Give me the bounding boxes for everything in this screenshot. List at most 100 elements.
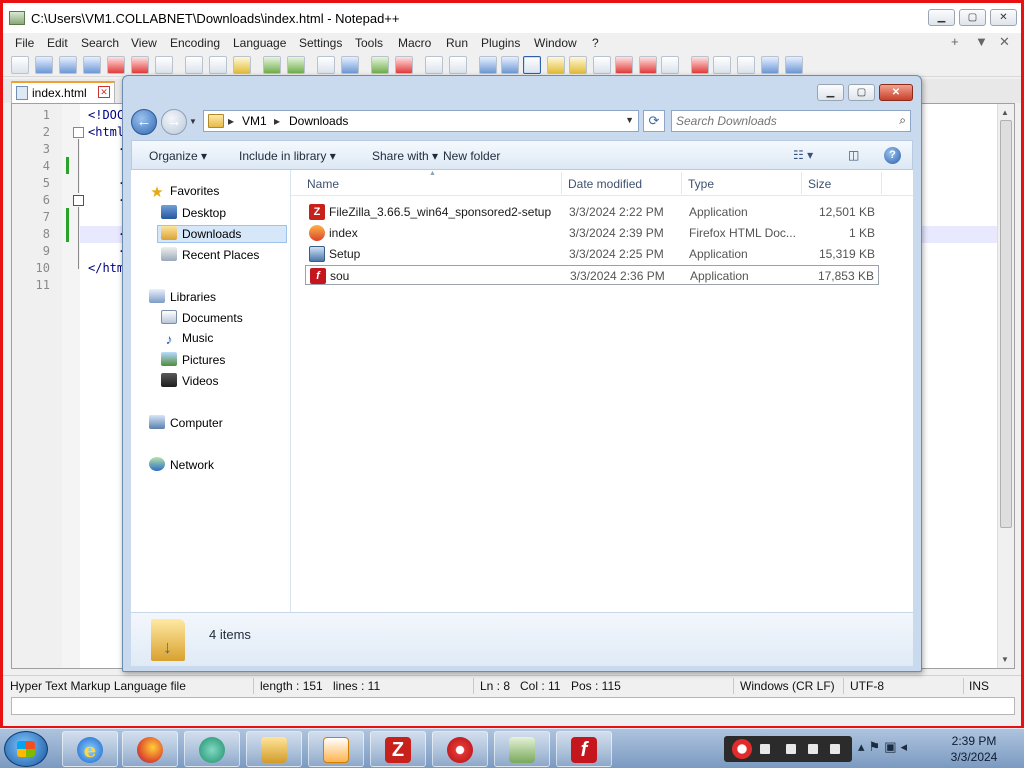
- forward-button[interactable]: →: [161, 109, 187, 135]
- action-center-flag-icon[interactable]: ⚑: [869, 739, 885, 754]
- word-wrap-icon[interactable]: [479, 56, 497, 74]
- breadcrumb-separator-icon[interactable]: ▸: [228, 114, 234, 128]
- save-all-icon[interactable]: [83, 56, 101, 74]
- taskbar-filezilla[interactable]: Z: [370, 731, 426, 767]
- taskbar-photos[interactable]: [184, 731, 240, 767]
- nav-favorites[interactable]: ★ Favorites: [149, 184, 219, 202]
- file-row[interactable]: Setup 3/3/2024 2:25 PM Application 15,31…: [305, 244, 879, 264]
- show-all-chars-icon[interactable]: [501, 56, 519, 74]
- nav-downloads[interactable]: Downloads: [157, 225, 287, 243]
- replace-icon[interactable]: [341, 56, 359, 74]
- print-icon[interactable]: [155, 56, 173, 74]
- column-type[interactable]: Type: [688, 177, 714, 191]
- window-icon[interactable]: [830, 744, 840, 754]
- recent-pages-chevron-down-icon[interactable]: ▼: [189, 117, 197, 126]
- close-tab-icon[interactable]: ✕: [999, 34, 1010, 50]
- search-input[interactable]: [676, 113, 886, 129]
- monitoring-icon[interactable]: [639, 56, 657, 74]
- play-macro-icon[interactable]: [737, 56, 755, 74]
- maximize-button[interactable]: ▢: [959, 9, 986, 26]
- save-macro-icon[interactable]: [785, 56, 803, 74]
- status-eol[interactable]: Windows (CR LF): [740, 679, 835, 693]
- menu-encoding[interactable]: Encoding: [170, 36, 220, 50]
- file-row[interactable]: Z FileZilla_3.66.5_win64_sponsored2-setu…: [305, 202, 879, 222]
- nav-desktop[interactable]: Desktop: [161, 205, 226, 223]
- taskbar-media-player[interactable]: [308, 731, 364, 767]
- tab-close-icon[interactable]: ✕: [98, 86, 110, 98]
- draw-icon[interactable]: [808, 744, 818, 754]
- cut-icon[interactable]: [185, 56, 203, 74]
- breadcrumb-downloads[interactable]: Downloads: [289, 114, 348, 128]
- show-hidden-icons-icon[interactable]: ▴: [858, 739, 869, 754]
- zoom-out-icon[interactable]: [395, 56, 413, 74]
- menu-language[interactable]: Language: [233, 36, 286, 50]
- paste-icon[interactable]: [233, 56, 251, 74]
- status-insert-mode[interactable]: INS: [969, 679, 989, 693]
- search-box[interactable]: ⌕: [671, 110, 911, 132]
- column-separator[interactable]: [681, 172, 682, 194]
- view-options-icon[interactable]: ☷ ▾: [793, 148, 813, 162]
- fold-toggle-icon[interactable]: [73, 195, 84, 206]
- new-file-icon[interactable]: [11, 56, 29, 74]
- record-icon[interactable]: [732, 739, 752, 759]
- fold-toggle-icon[interactable]: [73, 127, 84, 138]
- run-macro-multiple-icon[interactable]: [761, 56, 779, 74]
- find-icon[interactable]: [317, 56, 335, 74]
- indent-guide-icon[interactable]: [523, 56, 541, 74]
- search-icon[interactable]: ⌕: [899, 113, 906, 128]
- network-status-icon[interactable]: ▣: [884, 739, 900, 754]
- scroll-down-icon[interactable]: ▼: [1001, 655, 1009, 664]
- tab-index-html[interactable]: index.html ✕: [11, 81, 115, 103]
- new-folder-button[interactable]: New folder: [443, 149, 500, 163]
- stop-icon[interactable]: [760, 744, 770, 754]
- scroll-up-icon[interactable]: ▲: [1001, 108, 1009, 117]
- redo-icon[interactable]: [287, 56, 305, 74]
- explorer-minimize-button[interactable]: ▁: [817, 84, 844, 101]
- column-size[interactable]: Size: [808, 177, 831, 191]
- scrollbar-thumb[interactable]: [1000, 120, 1012, 528]
- taskbar-screen-recorder[interactable]: [432, 731, 488, 767]
- taskbar-firefox[interactable]: [122, 731, 178, 767]
- column-name[interactable]: Name: [307, 177, 339, 191]
- column-date-modified[interactable]: Date modified: [568, 177, 642, 191]
- doc-map-icon[interactable]: [569, 56, 587, 74]
- volume-muted-icon[interactable]: ◂: [900, 739, 911, 754]
- close-button[interactable]: ✕: [990, 9, 1017, 26]
- organize-button[interactable]: Organize ▾: [149, 149, 207, 163]
- save-icon[interactable]: [59, 56, 77, 74]
- nav-videos[interactable]: Videos: [161, 373, 218, 391]
- menu-window[interactable]: Window: [534, 36, 577, 50]
- open-file-icon[interactable]: [35, 56, 53, 74]
- help-icon[interactable]: ?: [884, 147, 901, 164]
- menu-settings[interactable]: Settings: [299, 36, 342, 50]
- menu-edit[interactable]: Edit: [47, 36, 68, 50]
- address-bar[interactable]: ▸ VM1 ▸ Downloads ▼: [203, 110, 639, 132]
- start-button[interactable]: [4, 731, 48, 767]
- back-button[interactable]: ←: [131, 109, 157, 135]
- function-list-icon[interactable]: [593, 56, 611, 74]
- breadcrumb-vm1[interactable]: VM1: [242, 114, 267, 128]
- sync-horizontal-icon[interactable]: [449, 56, 467, 74]
- record-macro-icon[interactable]: [691, 56, 709, 74]
- address-history-chevron-down-icon[interactable]: ▼: [625, 115, 634, 125]
- undo-icon[interactable]: [263, 56, 281, 74]
- status-encoding[interactable]: UTF-8: [850, 679, 884, 693]
- nav-network[interactable]: Network: [149, 457, 214, 475]
- system-clock[interactable]: 2:39 PM 3/3/2024: [936, 733, 1012, 765]
- file-list[interactable]: ▲ Name Date modified Type Size Z FileZil…: [291, 170, 913, 612]
- taskbar-internet-explorer[interactable]: e: [62, 731, 118, 767]
- file-row[interactable]: f sou 3/3/2024 2:36 PM Application 17,85…: [305, 265, 879, 285]
- preview-icon[interactable]: [661, 56, 679, 74]
- new-tab-icon[interactable]: +: [951, 34, 959, 49]
- breadcrumb-separator-icon[interactable]: ▸: [274, 114, 280, 128]
- refresh-icon[interactable]: ⟳: [643, 110, 665, 132]
- nav-pictures[interactable]: Pictures: [161, 352, 225, 370]
- zoom-in-icon[interactable]: [371, 56, 389, 74]
- menu-macro[interactable]: Macro: [398, 36, 431, 50]
- folder-as-workspace-icon[interactable]: [615, 56, 633, 74]
- nav-computer[interactable]: Computer: [149, 415, 223, 433]
- nav-music[interactable]: ♪ Music: [161, 331, 214, 349]
- menu-file[interactable]: File: [15, 36, 34, 50]
- column-separator[interactable]: [801, 172, 802, 194]
- close-file-icon[interactable]: [107, 56, 125, 74]
